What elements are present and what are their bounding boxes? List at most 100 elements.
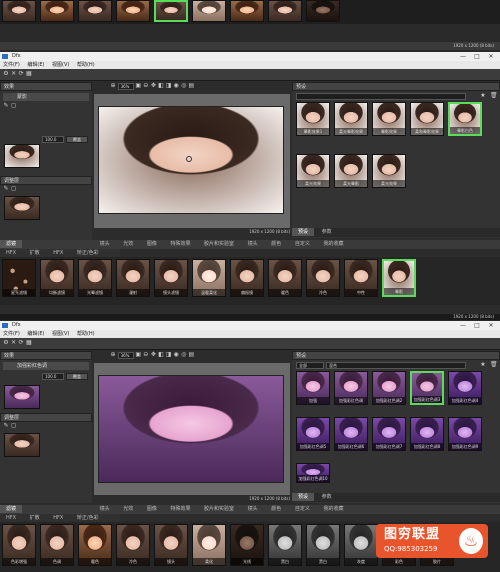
tab-favorites[interactable]: 我的收藏 (317, 240, 349, 248)
compare-icon[interactable]: ◨ (166, 352, 172, 358)
mask-brush-icon[interactable]: ✎ (3, 423, 9, 429)
tab-params[interactable]: 参数 (316, 493, 338, 501)
vignette-center-handle[interactable] (186, 156, 192, 162)
filter-thumb[interactable]: 星光滤镜 (2, 259, 36, 297)
zoom-in-icon[interactable]: ⊕ (110, 352, 116, 358)
menu-view-2[interactable]: 视图(V) (52, 331, 69, 337)
tab-lens[interactable]: 镜头 (94, 240, 116, 248)
strip-thumb[interactable] (230, 0, 264, 22)
menu-help[interactable]: 帮助(H) (77, 62, 95, 68)
preset-search[interactable] (296, 93, 466, 100)
preset-thumb[interactable]: 加强彩红色调 (334, 371, 368, 405)
layer-thumbnail[interactable] (4, 144, 40, 168)
filter-thumb[interactable]: 灰度 (344, 524, 378, 566)
tab-custom[interactable]: 自定义 (289, 505, 316, 513)
tab-params[interactable]: 参数 (316, 228, 338, 236)
favorite-star-icon[interactable]: ★ (480, 93, 486, 99)
settings-icon[interactable]: ⚙ (3, 71, 9, 77)
canvas-area-2[interactable] (94, 363, 290, 495)
eye-icon[interactable]: ◎ (181, 83, 187, 89)
camera-icon[interactable]: ◉ (173, 83, 179, 89)
blend-mode-button[interactable]: 覆盖 (66, 136, 88, 143)
filter-thumb[interactable]: 光线 (230, 524, 264, 566)
fit-icon[interactable]: ▣ (135, 352, 141, 358)
opacity-field[interactable]: 100.0 (42, 136, 64, 143)
tab-color[interactable]: 颜色 (265, 240, 287, 248)
filter-thumb[interactable]: 镜头 (154, 524, 188, 566)
zoom-in-icon[interactable]: ⊕ (110, 83, 116, 89)
preset-thumb[interactable]: 加强 (296, 371, 330, 405)
mask-thumbnail-2[interactable] (4, 433, 40, 457)
preset-filter-dropdown[interactable]: 混合 (326, 362, 466, 369)
filter-thumb[interactable]: 偏振镜 (230, 259, 264, 297)
preset-category-dropdown[interactable]: 全部 (296, 362, 324, 369)
tab-color[interactable]: 颜色 (265, 505, 287, 513)
filter-thumb[interactable]: 温暖柔化 (192, 259, 226, 297)
preset-thumb[interactable]: 加强彩红色调4 (448, 371, 482, 405)
minimize-button-2[interactable]: — (456, 321, 470, 330)
filter-thumb[interactable]: 黑白 (268, 524, 302, 566)
preset-thumb[interactable]: 加强彩红色调8 (410, 417, 444, 451)
tab-light[interactable]: 光效 (117, 240, 139, 248)
tab-lens2[interactable]: 镜头 (242, 240, 264, 248)
filter-thumb[interactable]: 镜头滤镜 (154, 259, 188, 297)
preset-thumb-selected[interactable]: 晕影白色 (448, 102, 482, 136)
refresh-icon[interactable]: ⟳ (18, 340, 24, 346)
tab-film[interactable]: 胶片和实验室 (198, 240, 240, 248)
tab-image[interactable]: 图像 (141, 240, 163, 248)
refresh-icon[interactable]: ⟳ (18, 71, 24, 77)
subtab-hfx2[interactable]: HFX (47, 249, 69, 257)
layer-thumbnail-2[interactable] (4, 385, 40, 409)
filter-thumb[interactable]: 均衡滤镜 (40, 259, 74, 297)
eye-icon[interactable]: ◎ (181, 352, 187, 358)
preset-thumb[interactable]: 晕影效果 (372, 102, 406, 136)
tab-presets[interactable]: 预设 (292, 493, 315, 501)
canvas-area[interactable] (94, 94, 290, 228)
tab-filters[interactable]: 滤镜 (0, 505, 23, 513)
menu-edit-2[interactable]: 编辑(E) (27, 331, 44, 337)
tab-lens[interactable]: 镜头 (94, 505, 116, 513)
zoom-field-2[interactable]: 36% (117, 352, 134, 359)
zoom-field[interactable]: 36% (117, 83, 134, 90)
subtab-hfx[interactable]: HFX (0, 514, 22, 522)
camera-icon[interactable]: ◉ (173, 352, 179, 358)
pan-icon[interactable]: ✥ (150, 83, 156, 89)
filter-thumb[interactable]: 光晕滤镜 (78, 259, 112, 297)
filter-thumb[interactable]: 漫射 (116, 259, 150, 297)
split-view-icon[interactable]: ◧ (158, 352, 164, 358)
preset-thumb[interactable]: 柔光效果 (372, 154, 406, 188)
close-button-2[interactable]: ✕ (484, 321, 498, 330)
mask-eraser-icon[interactable]: ◻ (11, 186, 17, 192)
strip-thumb[interactable] (192, 0, 226, 22)
fit-icon[interactable]: ▣ (135, 83, 141, 89)
zoom-out-icon[interactable]: ⊖ (143, 352, 149, 358)
menu-file-2[interactable]: 文件(F) (3, 331, 20, 337)
mask-brush-icon[interactable]: ✎ (3, 186, 9, 192)
strip-thumb[interactable] (116, 0, 150, 22)
strip-thumb-selected[interactable] (154, 0, 188, 22)
preset-thumb-selected[interactable]: 加强彩红色调3 (410, 371, 444, 405)
layers-icon[interactable]: ▤ (188, 352, 195, 358)
tab-favorites[interactable]: 我的收藏 (317, 505, 349, 513)
filter-thumb[interactable]: 暖色 (78, 524, 112, 566)
preset-thumb[interactable]: 加强彩红色调7 (372, 417, 406, 451)
grid-icon[interactable]: ▦ (26, 340, 32, 346)
subtab-hfx[interactable]: HFX (0, 249, 22, 257)
layers-icon[interactable]: ▤ (188, 83, 195, 89)
grid-icon[interactable]: ▦ (26, 71, 32, 77)
preset-thumb[interactable]: 柔光效果 (296, 154, 330, 188)
filter-thumb[interactable]: 色彩增强 (2, 524, 36, 566)
filter-thumb[interactable]: 冷色 (116, 524, 150, 566)
tab-special[interactable]: 特殊效果 (164, 505, 196, 513)
opacity-field-2[interactable]: 100.0 (42, 373, 64, 380)
preset-thumb[interactable]: 柔和晕影效果 (410, 102, 444, 136)
filter-thumb-selected[interactable]: 晕影 (382, 259, 416, 297)
filter-thumb[interactable]: 中性 (344, 259, 378, 297)
subtab-hfx2[interactable]: HFX (47, 514, 69, 522)
preset-thumb[interactable]: 柔光晕影 (334, 154, 368, 188)
preset-thumb[interactable]: 柔光晕影效果 (334, 102, 368, 136)
strip-thumb[interactable] (40, 0, 74, 22)
eraser-icon[interactable]: ◻ (11, 103, 17, 109)
mask-eraser-icon[interactable]: ◻ (11, 423, 17, 429)
brush-icon[interactable]: ✎ (3, 103, 9, 109)
